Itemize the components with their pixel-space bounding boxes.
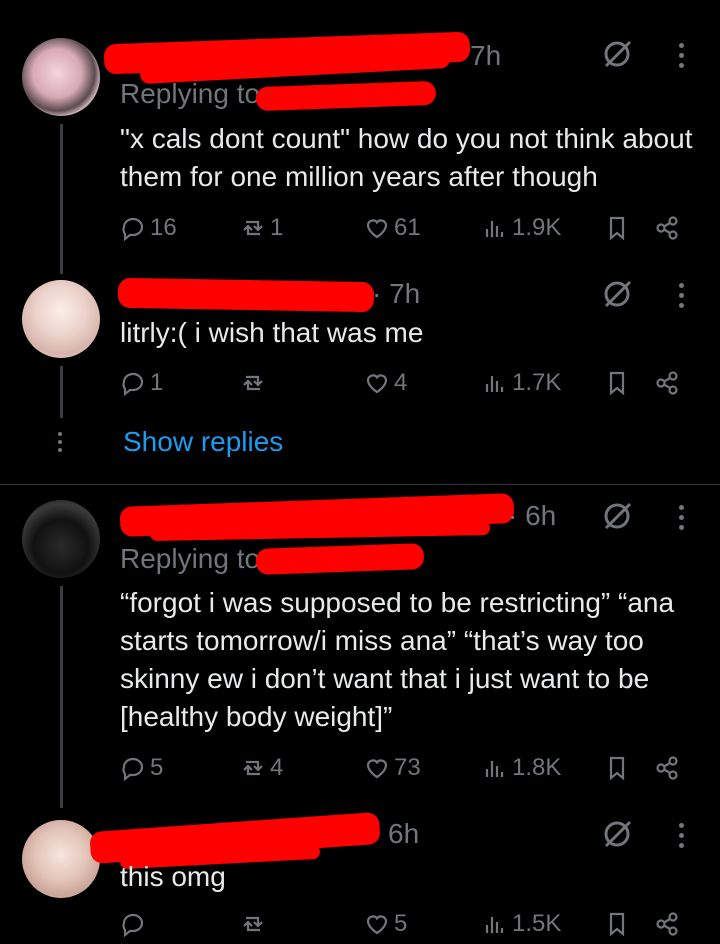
share-icon [656,371,678,395]
action-bar: 16 1 61 1.9K [118,208,698,248]
reply-count: 5 [150,754,164,781]
thread-view: 7h Replying to "x cals dont count" how d… [0,0,720,944]
post-time[interactable]: 7h [470,40,501,72]
avatar[interactable] [22,500,100,578]
action-bar: 1 4 1.7K [118,363,698,403]
views-count: 1.9K [512,214,562,241]
views-button[interactable]: 1.9K [480,208,561,248]
grok-icon[interactable] [600,276,636,312]
repost-icon [243,760,263,776]
share-button[interactable] [652,208,682,248]
post-time[interactable]: 6h [388,818,419,850]
avatar[interactable] [22,38,100,116]
repost-icon [243,375,263,391]
avatar[interactable] [22,820,100,898]
repost-count: 1 [270,214,284,241]
reply-icon [122,757,144,782]
repost-button[interactable] [238,904,270,944]
bookmark-icon [609,912,625,937]
reply-button[interactable]: 16 [118,208,177,248]
bookmark-button[interactable] [602,208,632,248]
views-button[interactable]: 1.7K [480,363,561,403]
like-icon [366,374,388,394]
more-icon[interactable] [676,38,686,72]
share-button[interactable] [652,748,682,788]
more-icon[interactable] [676,278,686,312]
bookmark-icon [609,216,625,241]
grok-icon[interactable] [600,36,636,72]
views-count: 1.7K [512,369,562,396]
like-button[interactable]: 73 [362,748,421,788]
views-icon [485,221,504,237]
share-icon [656,216,678,240]
section-divider [0,484,720,485]
views-count: 1.5K [512,910,562,937]
like-button[interactable]: 4 [362,363,407,403]
repost-button[interactable]: 1 [238,208,283,248]
views-count: 1.8K [512,754,562,781]
reply-count: 16 [150,214,177,241]
like-button[interactable]: 61 [362,208,421,248]
post-time[interactable]: · 6h [508,500,556,532]
replying-to-label: Replying to [120,78,261,109]
reply-icon [122,913,144,938]
post-text: "x cals dont count" how do you not think… [120,123,693,192]
repost-count: 4 [270,754,284,781]
bookmark-icon [609,371,625,396]
thread-connector [60,366,63,418]
post-text: “forgot i was supposed to be restricting… [120,587,675,732]
share-icon [656,912,678,936]
like-icon [366,219,388,239]
avatar[interactable] [22,280,100,358]
like-button[interactable]: 5 [362,904,407,944]
action-bar: 5 4 73 1.8K [118,748,698,788]
reply-button[interactable] [118,904,150,944]
reply-icon [122,372,144,397]
replying-to-label: Replying to [120,543,261,574]
action-bar: 5 1.5K [118,904,698,944]
thread-connector [60,586,63,808]
like-icon [366,915,388,935]
more-icon[interactable] [676,818,686,852]
reply-icon [122,217,144,242]
repost-button[interactable] [238,363,270,403]
like-count: 5 [394,910,408,937]
views-icon [485,761,504,777]
bookmark-icon [609,756,625,781]
share-button[interactable] [652,363,682,403]
repost-icon [243,916,263,932]
grok-icon[interactable] [600,498,636,534]
thread-connector [60,124,63,274]
views-button[interactable]: 1.8K [480,748,561,788]
share-button[interactable] [652,904,682,944]
views-icon [485,376,504,392]
redacted-handle[interactable] [255,80,437,112]
bookmark-button[interactable] [602,748,632,788]
like-icon [366,759,388,779]
grok-icon[interactable] [600,816,636,852]
more-icon[interactable] [676,500,686,534]
repost-button[interactable]: 4 [238,748,283,788]
redacted-handle[interactable] [255,543,425,575]
replying-to: Replying to [120,78,260,110]
post-text: litrly:( i wish that was me [120,317,424,348]
repost-icon [243,220,263,236]
share-icon [656,756,678,780]
like-count: 73 [394,754,421,781]
views-icon [485,917,504,933]
bookmark-button[interactable] [602,904,632,944]
post-time[interactable]: · 7h [372,278,420,310]
show-replies-link[interactable]: Show replies [123,426,283,458]
post-text: this omg [120,861,226,892]
like-count: 61 [394,214,421,241]
bookmark-button[interactable] [602,363,632,403]
reply-button[interactable]: 1 [118,363,163,403]
replying-to: Replying to [120,543,260,575]
views-button[interactable]: 1.5K [480,904,561,944]
collapsed-thread-dots [55,428,65,456]
like-count: 4 [394,369,408,396]
reply-count: 1 [150,369,164,396]
reply-button[interactable]: 5 [118,748,163,788]
redacted-username [117,277,375,313]
